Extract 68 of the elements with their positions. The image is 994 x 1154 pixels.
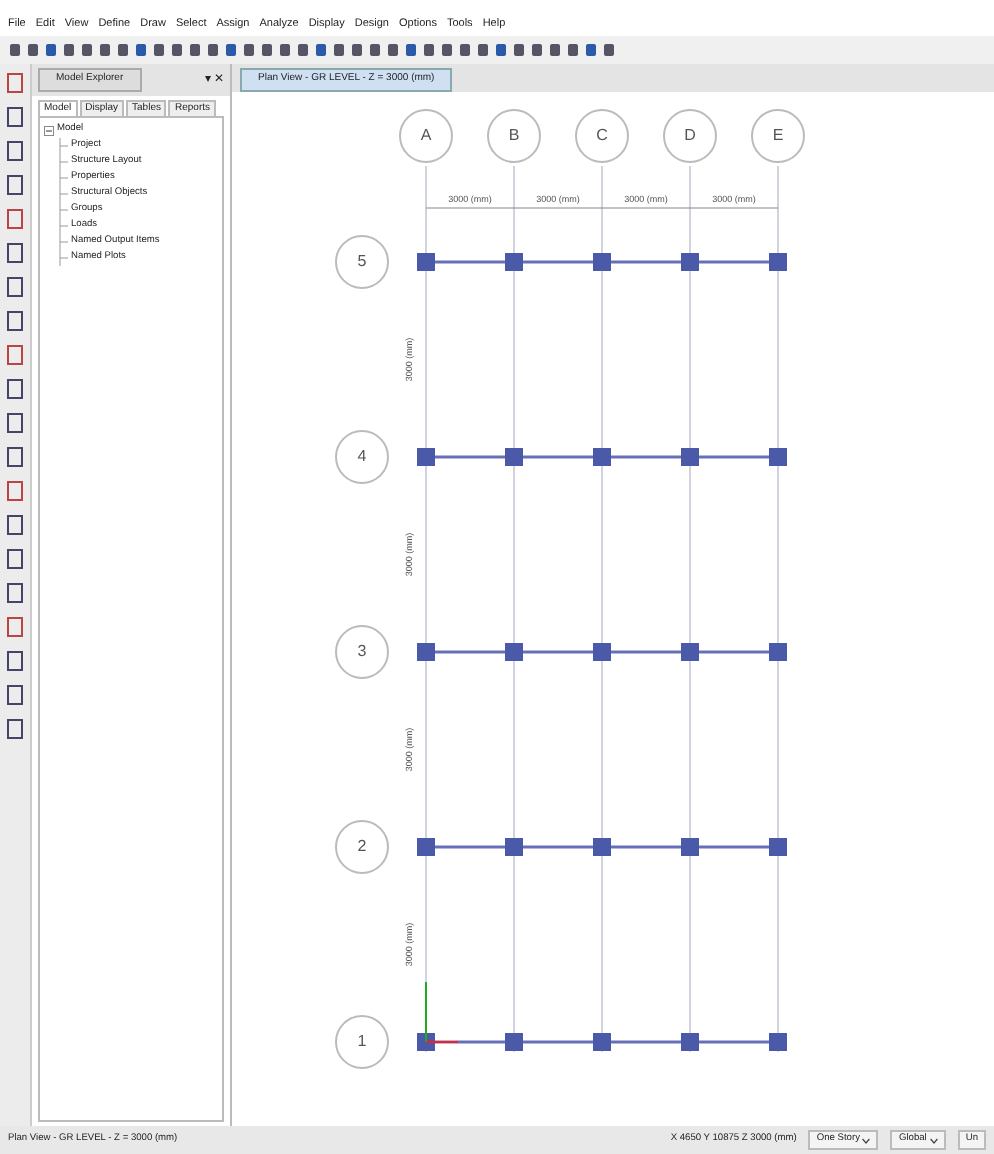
column-node [769, 642, 787, 661]
grid-bubble [335, 234, 389, 289]
column-node [505, 1032, 523, 1051]
column-node [417, 447, 435, 466]
column-node [593, 837, 611, 856]
grid-bubble [335, 429, 389, 484]
tool-icon[interactable] [6, 616, 24, 639]
tool-icon[interactable] [6, 208, 24, 231]
caret-icon [862, 1137, 871, 1143]
column-node [505, 252, 523, 271]
column-node [593, 252, 611, 271]
column-node [417, 837, 435, 856]
column-node [769, 447, 787, 466]
column-node [681, 447, 699, 466]
column-node [593, 1032, 611, 1051]
grid-bubble [575, 108, 629, 163]
collapse-icon[interactable] [44, 125, 54, 136]
tool-icon[interactable] [6, 412, 24, 435]
tool-icon[interactable] [6, 72, 24, 95]
tool-icon[interactable] [6, 514, 24, 537]
column-node [681, 837, 699, 856]
axis-icon [425, 980, 459, 1043]
grid-label: C [596, 125, 608, 144]
grid-bubble [399, 108, 453, 163]
tool-icon[interactable] [6, 548, 24, 571]
grid-label: E [772, 125, 784, 144]
tool-icon[interactable] [6, 344, 24, 367]
column-node [593, 642, 611, 661]
tool-icon[interactable] [6, 378, 24, 401]
column-node [681, 1032, 699, 1051]
column-node [417, 642, 435, 661]
grid-bubble [335, 819, 389, 874]
column-node [769, 252, 787, 271]
grid-bubble [335, 1014, 389, 1069]
column-node [505, 447, 523, 466]
grid-bubble [663, 108, 717, 163]
tool-icon[interactable] [6, 718, 24, 741]
column-node [681, 642, 699, 661]
grid-bubble [487, 108, 541, 163]
grid-label: 4 [357, 446, 367, 465]
tool-icon[interactable] [6, 242, 24, 265]
caret-icon [929, 1137, 938, 1143]
tool-icon[interactable] [6, 310, 24, 333]
tool-icon[interactable] [6, 446, 24, 469]
tool-icon[interactable] [6, 582, 24, 605]
grid-bubble [335, 624, 389, 679]
grid-label: B [508, 125, 520, 144]
column-node [681, 252, 699, 271]
grid-label: 3 [357, 641, 367, 660]
tool-icon[interactable] [6, 276, 24, 299]
column-node [505, 642, 523, 661]
grid-bubble [751, 108, 805, 163]
tool-icon[interactable] [6, 684, 24, 707]
tool-icon[interactable] [6, 140, 24, 163]
grid-label: 2 [357, 836, 367, 855]
column-node [593, 447, 611, 466]
tool-icon[interactable] [6, 480, 24, 503]
tool-icon[interactable] [6, 174, 24, 197]
column-node [769, 837, 787, 856]
grid-label: D [684, 125, 696, 144]
column-node [505, 837, 523, 856]
column-node [769, 1032, 787, 1051]
grid-label: 1 [357, 1031, 367, 1050]
tool-icon[interactable] [6, 650, 24, 673]
tool-icon[interactable] [6, 106, 24, 129]
grid-label: 5 [357, 251, 367, 270]
grid-label: A [420, 125, 432, 144]
column-node [417, 252, 435, 271]
